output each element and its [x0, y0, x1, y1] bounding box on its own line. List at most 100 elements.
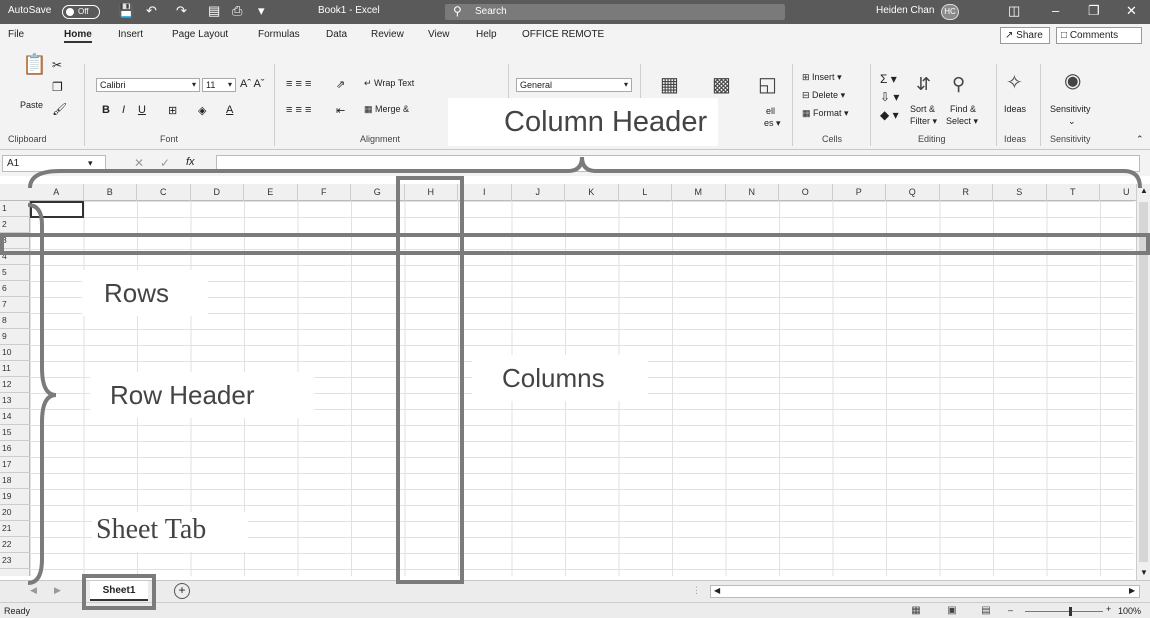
tab-help[interactable]: Help: [476, 29, 497, 40]
zoom-in-icon[interactable]: +: [1106, 604, 1111, 614]
row-header-cell[interactable]: 2: [0, 217, 30, 233]
row-header-cell[interactable]: 21: [0, 521, 30, 537]
number-format-select[interactable]: General ▾: [516, 78, 632, 92]
fill-color-icon[interactable]: ◈: [198, 104, 206, 117]
minimize-icon[interactable]: –: [1052, 3, 1059, 18]
cancel-icon[interactable]: ✕: [134, 156, 144, 170]
tab-data[interactable]: Data: [326, 29, 347, 40]
cell-styles-icon[interactable]: ◱: [758, 72, 777, 97]
bold-icon[interactable]: B: [102, 104, 110, 116]
ribbon-display-options-icon[interactable]: ◫: [1008, 3, 1020, 19]
sort-filter-icon[interactable]: ⇵: [916, 74, 931, 95]
avatar[interactable]: HC: [941, 4, 959, 20]
row-header-cell[interactable]: 4: [0, 249, 30, 265]
page-break-view-icon[interactable]: ▤: [978, 604, 994, 617]
wrap-text-button[interactable]: ↵ Wrap Text: [364, 78, 414, 89]
tab-formulas[interactable]: Formulas: [258, 29, 300, 40]
page-layout-view-icon[interactable]: ▣: [944, 604, 960, 617]
customize-toolbar-icon[interactable]: ▾: [258, 3, 265, 19]
row-header-cell[interactable]: 13: [0, 393, 30, 409]
row-header-cell[interactable]: 23: [0, 553, 30, 569]
row-header-cell[interactable]: 8: [0, 313, 30, 329]
column-header-cell[interactable]: S: [993, 184, 1047, 201]
row-header-cell[interactable]: 19: [0, 489, 30, 505]
find-select-button[interactable]: Find &: [950, 104, 976, 114]
row-header-cell[interactable]: 22: [0, 537, 30, 553]
tab-home[interactable]: Home: [64, 29, 92, 43]
align-left-icon[interactable]: ≡ ≡ ≡: [286, 104, 311, 116]
tab-insert[interactable]: Insert: [118, 29, 143, 40]
share-button[interactable]: ↗ Share: [1000, 27, 1050, 44]
column-header-cell[interactable]: B: [84, 184, 137, 201]
enter-icon[interactable]: ✓: [160, 156, 170, 170]
align-top-icon[interactable]: ≡ ≡ ≡: [286, 78, 311, 90]
paste-button[interactable]: Paste: [20, 100, 43, 110]
conditional-formatting-icon[interactable]: ▦: [660, 72, 679, 97]
tab-split-handle[interactable]: ⋮: [692, 585, 701, 596]
user-name[interactable]: Heiden Chan: [876, 5, 934, 16]
column-header-cell[interactable]: L: [619, 184, 672, 201]
search-box[interactable]: ⚲ Search: [445, 4, 785, 20]
font-name-select[interactable]: Calibri ▾: [96, 78, 200, 92]
print-preview-icon[interactable]: ▤: [208, 3, 220, 19]
row-header-cell[interactable]: 10: [0, 345, 30, 361]
chevron-down-icon[interactable]: ▾: [88, 158, 93, 169]
merge-center-button[interactable]: ▦ Merge &: [364, 104, 409, 115]
orientation-icon[interactable]: ⇗: [336, 78, 345, 91]
insert-cells-button[interactable]: ⊞ Insert ▾: [802, 72, 842, 83]
row-header-cell[interactable]: 1: [0, 201, 30, 217]
tab-office-remote[interactable]: OFFICE REMOTE: [522, 29, 604, 40]
indent-icon[interactable]: ⇤: [336, 104, 345, 117]
row-header-cell[interactable]: 16: [0, 441, 30, 457]
row-header-cell[interactable]: 5: [0, 265, 30, 281]
format-painter-icon[interactable]: 🖌: [52, 102, 67, 116]
borders-icon[interactable]: ⊞: [168, 104, 177, 117]
column-header-cell[interactable]: I: [458, 184, 512, 201]
column-header-cell[interactable]: T: [1047, 184, 1100, 201]
row-header-cell[interactable]: 15: [0, 425, 30, 441]
row-header-cell[interactable]: 12: [0, 377, 30, 393]
find-select-icon[interactable]: ⚲: [952, 74, 965, 95]
row-header-cell[interactable]: 20: [0, 505, 30, 521]
sensitivity-button[interactable]: Sensitivity: [1050, 104, 1091, 114]
delete-cells-button[interactable]: ⊟ Delete ▾: [802, 90, 845, 101]
close-icon[interactable]: ✕: [1126, 3, 1137, 19]
ideas-icon[interactable]: ✧: [1006, 70, 1023, 95]
column-header-cell[interactable]: A: [30, 184, 84, 201]
add-sheet-icon[interactable]: +: [174, 583, 190, 599]
tab-page-layout[interactable]: Page Layout: [172, 29, 228, 40]
zoom-slider-knob[interactable]: [1069, 607, 1072, 616]
ideas-button[interactable]: Ideas: [1004, 104, 1026, 114]
normal-view-icon[interactable]: ▦: [908, 604, 924, 617]
row-header-cell[interactable]: 14: [0, 409, 30, 425]
zoom-level[interactable]: 100%: [1118, 606, 1141, 616]
column-header-cell[interactable]: F: [298, 184, 351, 201]
cut-icon[interactable]: ✂: [52, 58, 62, 72]
clear-icon[interactable]: ◆ ▾: [880, 108, 899, 122]
row-header-cell[interactable]: 9: [0, 329, 30, 345]
sensitivity-icon[interactable]: ◉: [1064, 68, 1081, 93]
scroll-right-icon[interactable]: ▶: [1129, 586, 1135, 595]
column-header-cell[interactable]: K: [565, 184, 619, 201]
undo-icon[interactable]: ↶: [146, 3, 157, 19]
prev-sheet-icon[interactable]: ◀: [30, 585, 37, 596]
scrollbar-thumb[interactable]: [1139, 202, 1148, 562]
formula-input[interactable]: [216, 155, 1140, 172]
row-header-cell[interactable]: 6: [0, 281, 30, 297]
column-header-cell[interactable]: N: [726, 184, 779, 201]
row-header-cell[interactable]: 3: [0, 233, 30, 249]
restore-icon[interactable]: ❐: [1088, 3, 1100, 19]
column-header-cell[interactable]: J: [512, 184, 565, 201]
column-header-cell[interactable]: Q: [886, 184, 940, 201]
autosum-icon[interactable]: Σ ▾: [880, 72, 897, 86]
column-header-cell[interactable]: D: [191, 184, 244, 201]
column-header-cell[interactable]: C: [137, 184, 191, 201]
insert-function-button[interactable]: fx: [186, 156, 195, 168]
scroll-down-icon[interactable]: ▼: [1140, 568, 1148, 577]
fill-icon[interactable]: ⇩ ▾: [880, 90, 899, 104]
row-header-cell[interactable]: 7: [0, 297, 30, 313]
sort-filter-button[interactable]: Sort &: [910, 104, 935, 114]
font-size-select[interactable]: 11 ▾: [202, 78, 236, 92]
tab-file[interactable]: File: [8, 29, 24, 40]
column-header-cell[interactable]: E: [244, 184, 298, 201]
